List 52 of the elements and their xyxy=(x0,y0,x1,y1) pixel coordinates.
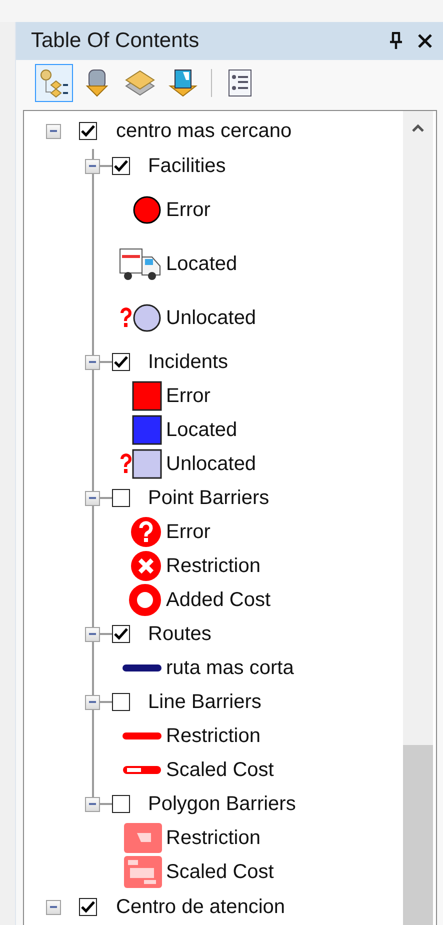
collapse-toggle[interactable] xyxy=(85,694,100,710)
legend-label: Located xyxy=(166,252,238,276)
layer-checkbox[interactable] xyxy=(112,353,130,371)
list-by-drawing-order-button[interactable] xyxy=(35,64,73,102)
layer-checkbox[interactable] xyxy=(112,489,130,507)
layer-name[interactable]: Polygon Barriers xyxy=(148,792,296,816)
pin-icon[interactable] xyxy=(389,32,403,50)
polygon-symbol-icon xyxy=(124,856,162,888)
layer-checkbox[interactable] xyxy=(79,122,97,140)
legend-label: Restriction xyxy=(166,826,260,850)
collapse-toggle[interactable] xyxy=(46,124,61,138)
legend-label: Unlocated xyxy=(166,452,256,476)
legend-label: Located xyxy=(166,418,238,442)
layer-name[interactable]: Routes xyxy=(148,622,212,646)
layer-checkbox[interactable] xyxy=(112,795,130,813)
legend-label: Scaled Cost xyxy=(166,860,274,884)
legend-label: Error xyxy=(166,384,210,408)
panel-title: Table Of Contents xyxy=(31,29,200,53)
layer-checkbox[interactable] xyxy=(112,693,130,711)
layer-name[interactable]: Incidents xyxy=(148,350,228,374)
scrollbar[interactable] xyxy=(403,111,433,925)
layer-name[interactable]: Point Barriers xyxy=(148,486,270,510)
scroll-up-icon[interactable] xyxy=(411,123,425,133)
ring-icon xyxy=(128,583,162,617)
layer-checkbox[interactable] xyxy=(112,157,130,175)
question-mark-icon xyxy=(120,307,132,329)
legend-label: ruta mas corta xyxy=(166,656,294,680)
collapse-toggle[interactable] xyxy=(85,354,100,370)
legend-label: Restriction xyxy=(166,724,260,748)
legend-label: Unlocated xyxy=(166,306,256,330)
legend-label: Error xyxy=(166,198,210,222)
collapse-toggle[interactable] xyxy=(85,626,100,642)
layer-name[interactable]: Line Barriers xyxy=(148,690,262,714)
question-circle-icon xyxy=(130,516,162,548)
layer-name[interactable]: centro mas cercano xyxy=(116,120,292,142)
polygon-symbol-icon xyxy=(124,823,162,853)
layer-name[interactable]: Facilities xyxy=(148,154,226,178)
close-icon[interactable] xyxy=(417,33,433,49)
legend-label: Scaled Cost xyxy=(166,758,274,782)
collapse-toggle[interactable] xyxy=(85,490,100,506)
legend-label: Restriction xyxy=(166,554,260,578)
x-circle-icon xyxy=(130,550,162,582)
layer-checkbox[interactable] xyxy=(79,898,97,916)
legend-label: Added Cost xyxy=(166,588,271,612)
scrollbar-thumb[interactable] xyxy=(403,745,433,925)
legend-label: Error xyxy=(166,520,210,544)
layer-checkbox[interactable] xyxy=(112,625,130,643)
collapse-toggle[interactable] xyxy=(85,796,100,812)
collapse-toggle[interactable] xyxy=(46,900,61,914)
question-mark-icon xyxy=(120,453,132,475)
collapse-toggle[interactable] xyxy=(85,158,100,174)
layer-name[interactable]: Centro de atencion xyxy=(116,896,286,918)
